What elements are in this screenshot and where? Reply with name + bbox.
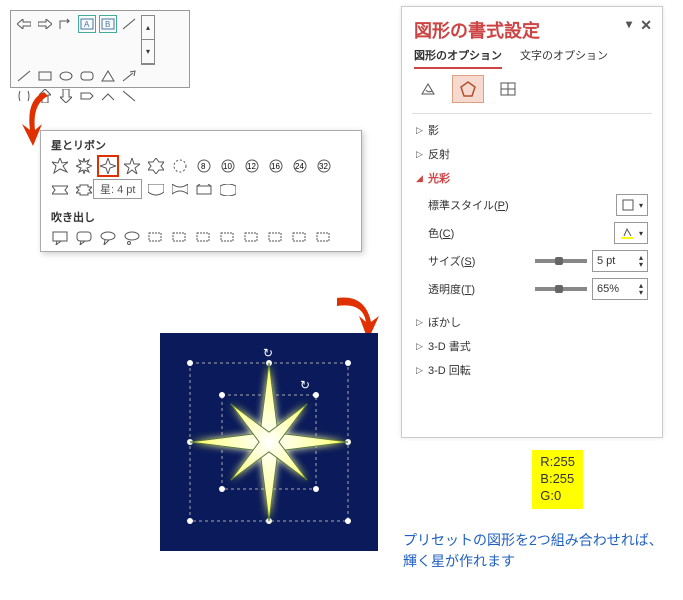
svg-text:12: 12 (247, 162, 256, 171)
star-burst8-icon[interactable] (51, 157, 69, 175)
pane-pin-icon[interactable]: ▾ (626, 17, 632, 31)
tab-text-options[interactable]: 文字のオプション (520, 47, 608, 69)
shape-arrowline-icon[interactable] (120, 67, 138, 85)
star-32-icon[interactable]: 32 (315, 157, 333, 175)
star-burst12-icon[interactable] (75, 157, 93, 175)
glow-size-input[interactable]: 5 pt▴▾ (592, 250, 648, 272)
section-3d-format[interactable]: ▷3-D 書式 (402, 334, 662, 358)
ribbon1-icon[interactable] (51, 181, 69, 199)
callout6-icon[interactable] (171, 229, 189, 247)
shape-roundrect-icon[interactable] (78, 67, 96, 85)
pane-close-icon[interactable]: ✕ (640, 17, 652, 34)
callout12-icon[interactable] (315, 229, 333, 247)
glow-color-label: 色(C) (428, 225, 614, 241)
callout5-icon[interactable] (147, 229, 165, 247)
glow-transparency-label: 透明度(T) (428, 281, 530, 297)
svg-text:B: B (105, 20, 110, 29)
callout10-icon[interactable] (267, 229, 285, 247)
svg-text:↻: ↻ (300, 378, 310, 392)
section-blur[interactable]: ▷ぼかし (402, 310, 662, 334)
size-view-icon[interactable] (492, 75, 524, 103)
svg-text:16: 16 (271, 162, 280, 171)
shape-line-icon[interactable] (120, 15, 138, 33)
star-7pt-icon[interactable] (171, 157, 189, 175)
section-shadow[interactable]: ▷影 (402, 118, 662, 142)
glow-size-label: サイズ(S) (428, 253, 530, 269)
ribbon6-icon[interactable] (171, 181, 189, 199)
format-shape-pane: 図形の書式設定 ▾ ✕ 図形のオプション 文字のオプション ▷影 ▷反射 ◢光彩… (401, 6, 663, 438)
glow-size-slider[interactable] (535, 259, 587, 263)
svg-text:8: 8 (201, 162, 206, 171)
ribbon8-icon[interactable] (219, 181, 237, 199)
ribbon7-icon[interactable] (195, 181, 213, 199)
shape-line3-icon[interactable] (120, 87, 138, 105)
shape-connector-icon[interactable] (99, 87, 117, 105)
section-3d-rotation[interactable]: ▷3-D 回転 (402, 358, 662, 382)
ribbon5-icon[interactable] (147, 181, 165, 199)
palette-more-dropdown[interactable]: ▴▾ (141, 15, 155, 65)
shape-textbox-a-icon[interactable]: A (78, 15, 96, 33)
star-5pt-icon[interactable] (123, 157, 141, 175)
color-rgb-note: R:255B:255G:0 (532, 450, 583, 509)
svg-text:24: 24 (295, 162, 304, 171)
glow-color-dropdown[interactable]: ▾ (614, 222, 648, 244)
shape-left-arrow-icon[interactable] (15, 15, 33, 33)
callout2-icon[interactable] (75, 229, 93, 247)
section-callouts-label: 吹き出し (41, 203, 361, 225)
svg-text:↻: ↻ (263, 346, 273, 360)
pane-title: 図形の書式設定 (414, 21, 540, 41)
shape-oval-icon[interactable] (57, 67, 75, 85)
shape-triangle-icon[interactable] (99, 67, 117, 85)
shape-flowchart-icon[interactable] (78, 87, 96, 105)
section-stars-label: 星とリボン (41, 131, 361, 153)
star-6pt-icon[interactable] (147, 157, 165, 175)
star-24-icon[interactable]: 24 (291, 157, 309, 175)
glow-preset-dropdown[interactable]: ▾ (616, 194, 648, 216)
svg-text:A: A (84, 20, 90, 29)
effects-view-icon[interactable] (452, 75, 484, 103)
shape-arrow-icon[interactable] (36, 15, 54, 33)
callout3-icon[interactable] (99, 229, 117, 247)
section-reflection[interactable]: ▷反射 (402, 142, 662, 166)
callout9-icon[interactable] (243, 229, 261, 247)
callout4-icon[interactable] (123, 229, 141, 247)
tab-shape-options[interactable]: 図形のオプション (414, 47, 502, 69)
shape-palette[interactable]: A B ▴▾ (10, 10, 190, 88)
callout8-icon[interactable] (219, 229, 237, 247)
caption-text: プリセットの図形を2つ組み合わせれば、輝く星が作れます (403, 530, 663, 572)
shape-rect-icon[interactable] (36, 67, 54, 85)
shape-textbox-b-icon[interactable]: B (99, 15, 117, 33)
shape-line2-icon[interactable] (15, 67, 33, 85)
svg-text:32: 32 (319, 162, 328, 171)
star-16-icon[interactable]: 16 (267, 157, 285, 175)
glow-transparency-slider[interactable] (535, 287, 587, 291)
star-8-icon[interactable]: 8 (195, 157, 213, 175)
section-glow[interactable]: ◢光彩 (402, 166, 662, 190)
star-shape-preview: ↻ ↻ (160, 333, 378, 551)
shape-gallery-popup: 星とリボン 星: 4 pt 8 10 12 16 24 32 吹き出し (40, 130, 362, 252)
callout7-icon[interactable] (195, 229, 213, 247)
svg-text:10: 10 (223, 162, 232, 171)
glow-preset-label: 標準スタイル(P) (428, 197, 616, 213)
star-tooltip: 星: 4 pt (93, 179, 142, 199)
star-10-icon[interactable]: 10 (219, 157, 237, 175)
fill-line-view-icon[interactable] (412, 75, 444, 103)
ribbon2-icon[interactable] (75, 181, 93, 199)
callout11-icon[interactable] (291, 229, 309, 247)
callout1-icon[interactable] (51, 229, 69, 247)
shape-elbow-icon[interactable] (57, 15, 75, 33)
star-12-icon[interactable]: 12 (243, 157, 261, 175)
glow-transparency-input[interactable]: 65%▴▾ (592, 278, 648, 300)
star-4pt-icon[interactable]: 星: 4 pt (99, 157, 117, 175)
